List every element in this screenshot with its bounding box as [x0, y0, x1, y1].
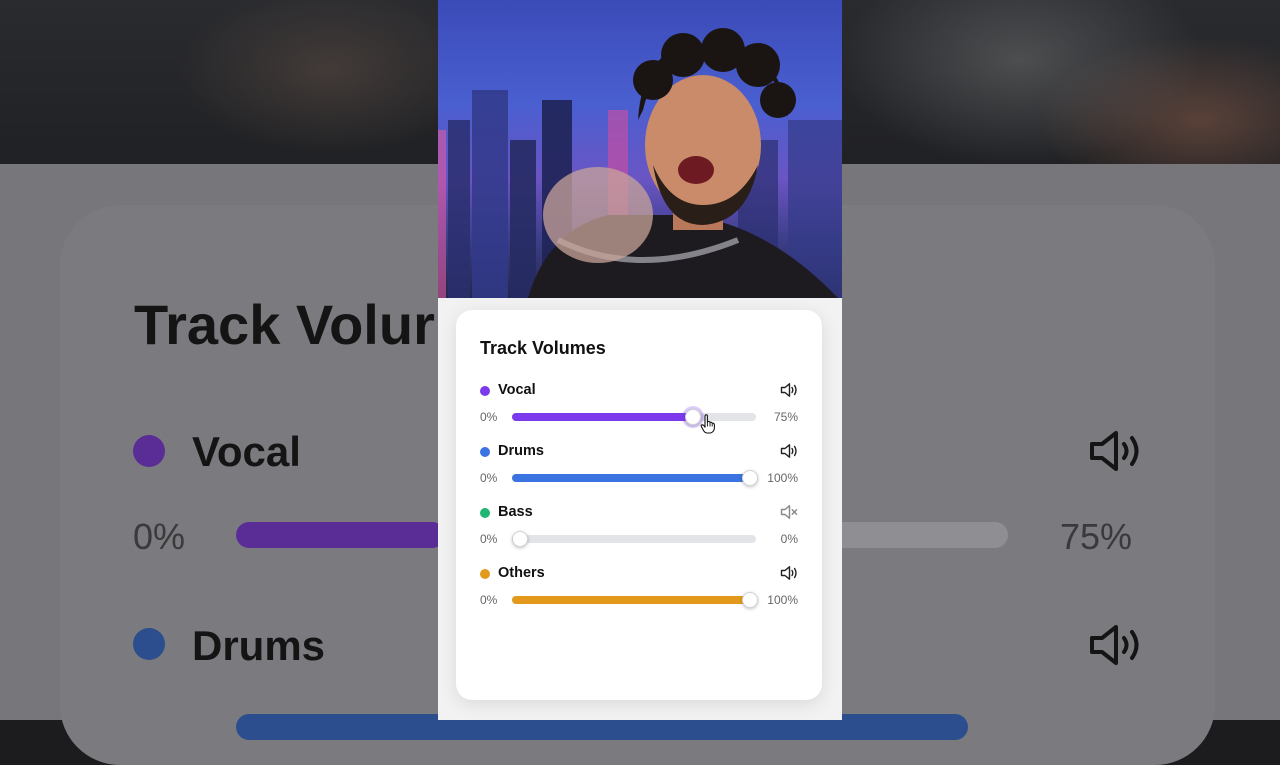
video-column: Track Volumes Vocal 0% 75% Drums 0% 100%… [438, 0, 842, 720]
speaker-icon[interactable] [780, 443, 798, 459]
background-vocal-dot [133, 435, 165, 467]
background-vocal-fill [236, 522, 446, 548]
background-title: Track Volur [134, 293, 435, 356]
volume-slider-thumb[interactable] [512, 531, 528, 547]
volume-slider-thumb[interactable] [742, 470, 758, 486]
volume-value-label: 0% [780, 532, 798, 546]
track-color-dot [480, 386, 490, 396]
volume-slider-fill [512, 474, 749, 482]
volume-min-label: 0% [480, 593, 498, 607]
speaker-icon[interactable] [780, 565, 798, 581]
video-frame [438, 0, 842, 298]
track-color-dot [480, 508, 490, 518]
background-speaker-icon [1090, 625, 1139, 665]
volume-slider-fill [512, 596, 749, 604]
track-color-dot [480, 447, 490, 457]
speaker-icon[interactable] [780, 382, 798, 398]
volume-slider-vocal[interactable] [512, 409, 756, 425]
video-scene-illustration [438, 28, 842, 298]
volume-min-label: 0% [480, 532, 498, 546]
track-row-drums: Drums 0% 100% [456, 443, 822, 493]
background-speaker-icon [1090, 431, 1139, 471]
track-row-bass: Bass 0% 0% [456, 504, 822, 554]
volume-min-label: 0% [480, 471, 498, 485]
background-drums-dot [133, 628, 165, 660]
track-name: Bass [498, 504, 533, 520]
track-color-dot [480, 569, 490, 579]
volume-value-label: 100% [767, 471, 798, 485]
background-vocal-max: 75% [1060, 516, 1133, 557]
volume-slider-thumb[interactable] [684, 409, 701, 425]
volume-slider-fill [512, 413, 692, 421]
background-vocal-label: Vocal [192, 428, 301, 475]
background-vocal-min: 0% [133, 516, 186, 557]
volume-value-label: 100% [767, 593, 798, 607]
background-drums-label: Drums [192, 622, 326, 669]
track-name: Others [498, 565, 545, 581]
track-row-vocal: Vocal 0% 75% [456, 382, 822, 432]
volume-slider-others[interactable] [512, 592, 758, 608]
volume-slider-thumb[interactable] [742, 592, 758, 608]
track-row-others: Others 0% 100% [456, 565, 822, 615]
speaker-muted-icon[interactable] [780, 504, 798, 520]
panel-title: Track Volumes [480, 338, 606, 358]
volume-min-label: 0% [480, 410, 498, 424]
volume-value-label: 75% [773, 410, 798, 424]
track-volumes-panel: Track Volumes Vocal 0% 75% Drums 0% 100%… [456, 310, 822, 700]
track-name: Drums [498, 443, 544, 459]
volume-slider-bass[interactable] [512, 531, 756, 547]
volume-slider-drums[interactable] [512, 470, 758, 486]
track-name: Vocal [498, 382, 536, 398]
